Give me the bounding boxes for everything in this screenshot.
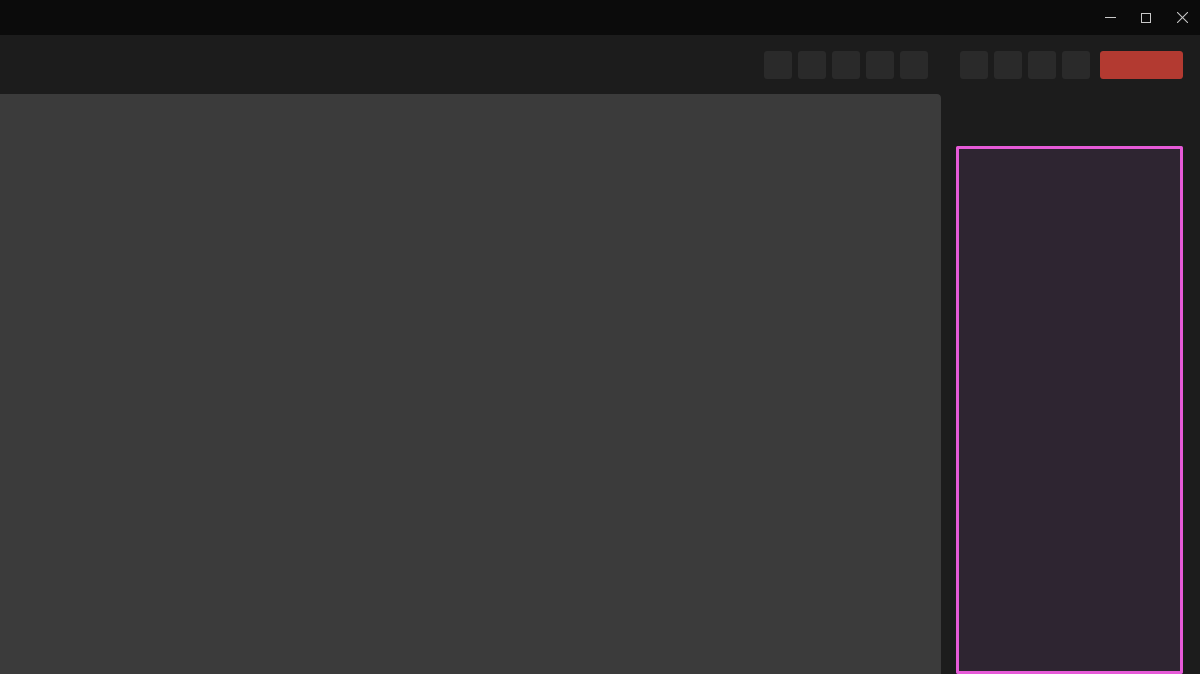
toolbar-button-a2[interactable] bbox=[798, 51, 826, 79]
window-controls bbox=[1092, 0, 1200, 35]
main-area bbox=[0, 94, 1200, 674]
minimize-button[interactable] bbox=[1092, 0, 1128, 35]
toolbar-button-b2[interactable] bbox=[994, 51, 1022, 79]
side-panel[interactable] bbox=[956, 146, 1183, 674]
maximize-button[interactable] bbox=[1128, 0, 1164, 35]
toolbar-primary-button[interactable] bbox=[1100, 51, 1183, 79]
title-bar bbox=[0, 0, 1200, 35]
toolbar-button-b1[interactable] bbox=[960, 51, 988, 79]
toolbar-button-a5[interactable] bbox=[900, 51, 928, 79]
toolbar-button-a1[interactable] bbox=[764, 51, 792, 79]
toolbar-button-a4[interactable] bbox=[866, 51, 894, 79]
toolbar-button-b3[interactable] bbox=[1028, 51, 1056, 79]
canvas[interactable] bbox=[0, 94, 941, 674]
toolbar-button-a3[interactable] bbox=[832, 51, 860, 79]
app-window bbox=[0, 0, 1200, 674]
toolbar-button-b4[interactable] bbox=[1062, 51, 1090, 79]
close-button[interactable] bbox=[1164, 0, 1200, 35]
toolbar bbox=[0, 35, 1200, 94]
